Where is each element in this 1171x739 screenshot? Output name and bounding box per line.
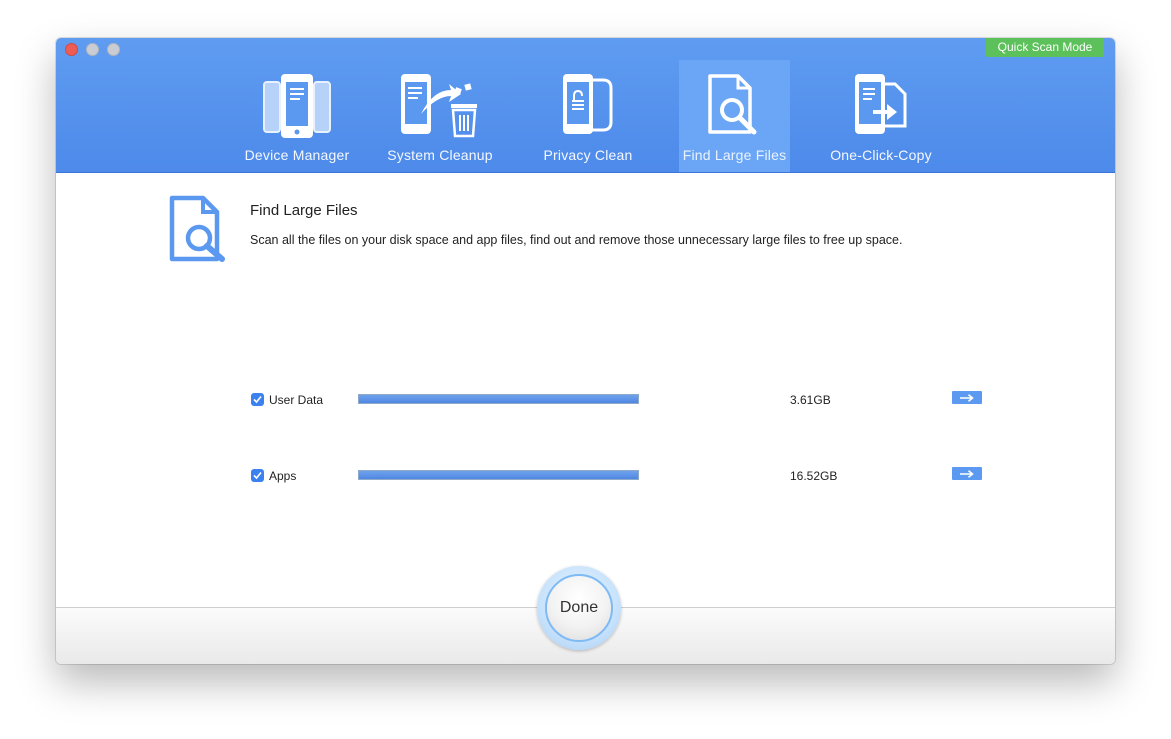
tab-find-large-files[interactable]: Find Large Files xyxy=(679,60,790,172)
find-files-icon xyxy=(706,74,764,141)
list-item-user-data: User Data 3.61GB xyxy=(251,391,991,411)
list-item-apps: Apps 16.52GB xyxy=(251,467,991,487)
arrow-right-button[interactable] xyxy=(952,467,982,480)
close-window-button[interactable] xyxy=(65,43,78,56)
tab-system-cleanup[interactable]: System Cleanup xyxy=(380,60,500,172)
tab-label: Device Manager xyxy=(244,147,350,163)
arrow-right-icon xyxy=(960,469,974,478)
row-label: User Data xyxy=(269,393,324,407)
row-size: 3.61GB xyxy=(790,393,831,407)
done-button-ring: Done xyxy=(537,566,621,650)
progress-bar xyxy=(358,470,639,480)
cleanup-icon xyxy=(399,74,481,143)
minimize-window-button[interactable] xyxy=(86,43,99,56)
progress-bar-fill xyxy=(359,471,638,479)
row-size: 16.52GB xyxy=(790,469,838,483)
window-controls xyxy=(65,43,120,56)
phones-icon xyxy=(262,74,332,145)
tab-label: Find Large Files xyxy=(682,147,787,163)
tab-one-click-copy[interactable]: One-Click-Copy xyxy=(824,60,938,172)
page-title: Find Large Files xyxy=(250,202,358,219)
arrow-right-button[interactable] xyxy=(952,391,982,404)
done-button[interactable]: Done xyxy=(545,574,613,642)
tab-device-manager[interactable]: Device Manager xyxy=(236,60,358,172)
progress-bar-fill xyxy=(359,395,638,403)
row-label: Apps xyxy=(269,469,297,483)
page-description: Scan all the files on your disk space an… xyxy=(250,233,903,247)
apps-checkbox[interactable] xyxy=(251,469,264,482)
maximize-window-button[interactable] xyxy=(107,43,120,56)
find-large-files-icon xyxy=(167,195,229,268)
toolbar-header: Quick Scan Mode Device Manager System Cl… xyxy=(56,38,1115,173)
main-content: Find Large Files Scan all the files on y… xyxy=(56,173,1115,607)
tab-privacy-clean[interactable]: Privacy Clean xyxy=(532,60,644,172)
arrow-right-icon xyxy=(960,393,974,402)
progress-bar xyxy=(358,394,639,404)
privacy-lock-icon xyxy=(561,74,615,141)
quick-scan-mode-button[interactable]: Quick Scan Mode xyxy=(986,38,1104,57)
tab-label: Privacy Clean xyxy=(543,147,633,163)
app-window: Quick Scan Mode Device Manager System Cl… xyxy=(56,38,1115,664)
tab-label: System Cleanup xyxy=(387,147,493,163)
copy-icon xyxy=(853,74,909,141)
user-data-checkbox[interactable] xyxy=(251,393,264,406)
tab-label: One-Click-Copy xyxy=(830,147,932,163)
